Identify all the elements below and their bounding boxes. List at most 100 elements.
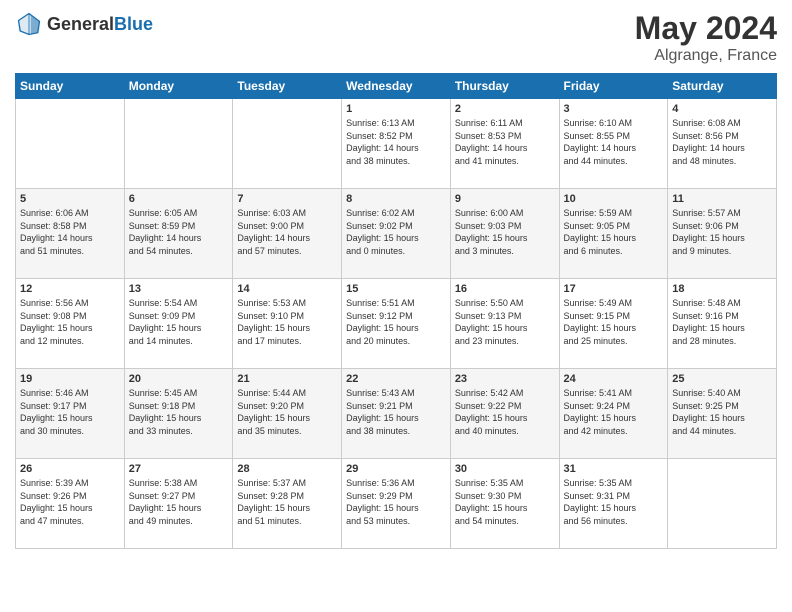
- calendar-cell: 27Sunrise: 5:38 AM Sunset: 9:27 PM Dayli…: [124, 459, 233, 549]
- calendar-location: Algrange, France: [635, 47, 777, 65]
- calendar-cell: [668, 459, 777, 549]
- logo: GeneralBlue: [15, 10, 153, 38]
- day-number: 26: [20, 463, 120, 475]
- logo-text: GeneralBlue: [47, 14, 153, 35]
- day-number: 20: [129, 373, 229, 385]
- calendar-cell: 20 Sunrise: 5:45 AM Sunset: 9:18 PM Dayli…: [124, 369, 233, 459]
- day-number: 9: [455, 193, 555, 205]
- page-header: GeneralBlue May 2024 Algrange, France: [15, 10, 777, 65]
- day-number: 15: [346, 283, 446, 295]
- calendar-cell: [124, 99, 233, 189]
- day-number: 11: [672, 193, 772, 205]
- day-info: Sunrise: 5:53 AM Sunset: 9:10 PM Dayligh…: [237, 297, 337, 347]
- day-number: 3: [564, 103, 664, 115]
- calendar-cell: 28 Sunrise: 5:37 AM Sunset: 9:28 PM Dayli…: [233, 459, 342, 549]
- day-number: 16: [455, 283, 555, 295]
- calendar-cell: 15 Sunrise: 5:51 AM Sunset: 9:12 PM Dayli…: [342, 279, 451, 369]
- calendar-cell: 31Sunrise: 5:35 AM Sunset: 9:31 PM Dayli…: [559, 459, 668, 549]
- weekday-header-friday: Friday: [559, 74, 668, 99]
- day-number: 24: [564, 373, 664, 385]
- day-info: Sunrise: 5:59 AM Sunset: 9:05 PM Dayligh…: [564, 207, 664, 257]
- day-info: Sunrise: 6:13 AM Sunset: 8:52 PM Dayligh…: [346, 117, 446, 167]
- calendar-cell: 5Sunrise: 6:06 AM Sunset: 8:58 PM Daylig…: [16, 189, 125, 279]
- day-info: Sunrise: 5:43 AM Sunset: 9:21 PM Dayligh…: [346, 387, 446, 437]
- calendar-cell: 9 Sunrise: 6:00 AM Sunset: 9:03 PM Daylig…: [450, 189, 559, 279]
- day-number: 10: [564, 193, 664, 205]
- day-info: Sunrise: 5:39 AM Sunset: 9:26 PM Dayligh…: [20, 477, 120, 527]
- weekday-header-thursday: Thursday: [450, 74, 559, 99]
- day-info: Sunrise: 5:51 AM Sunset: 9:12 PM Dayligh…: [346, 297, 446, 347]
- day-number: 27: [129, 463, 229, 475]
- day-number: 22: [346, 373, 446, 385]
- day-info: Sunrise: 5:41 AM Sunset: 9:24 PM Dayligh…: [564, 387, 664, 437]
- calendar-cell: 13 Sunrise: 5:54 AM Sunset: 9:09 PM Dayli…: [124, 279, 233, 369]
- day-number: 18: [672, 283, 772, 295]
- calendar-cell: 16Sunrise: 5:50 AM Sunset: 9:13 PM Dayli…: [450, 279, 559, 369]
- day-number: 29: [346, 463, 446, 475]
- weekday-header-monday: Monday: [124, 74, 233, 99]
- calendar-cell: 23Sunrise: 5:42 AM Sunset: 9:22 PM Dayli…: [450, 369, 559, 459]
- day-info: Sunrise: 5:56 AM Sunset: 9:08 PM Dayligh…: [20, 297, 120, 347]
- calendar-cell: 19 Sunrise: 5:46 AM Sunset: 9:17 PM Dayli…: [16, 369, 125, 459]
- calendar-cell: 25Sunrise: 5:40 AM Sunset: 9:25 PM Dayli…: [668, 369, 777, 459]
- calendar-cell: 18 Sunrise: 5:48 AM Sunset: 9:16 PM Dayli…: [668, 279, 777, 369]
- calendar-cell: 6Sunrise: 6:05 AM Sunset: 8:59 PM Daylig…: [124, 189, 233, 279]
- calendar-body: 1Sunrise: 6:13 AM Sunset: 8:52 PM Daylig…: [16, 99, 777, 549]
- day-info: Sunrise: 5:48 AM Sunset: 9:16 PM Dayligh…: [672, 297, 772, 347]
- calendar-cell: 3 Sunrise: 6:10 AM Sunset: 8:55 PM Daylig…: [559, 99, 668, 189]
- day-info: Sunrise: 5:37 AM Sunset: 9:28 PM Dayligh…: [237, 477, 337, 527]
- calendar-cell: [16, 99, 125, 189]
- day-number: 28: [237, 463, 337, 475]
- calendar-cell: 2Sunrise: 6:11 AM Sunset: 8:53 PM Daylig…: [450, 99, 559, 189]
- calendar-week-row: 26 Sunrise: 5:39 AM Sunset: 9:26 PM Dayli…: [16, 459, 777, 549]
- day-info: Sunrise: 6:00 AM Sunset: 9:03 PM Dayligh…: [455, 207, 555, 257]
- day-number: 14: [237, 283, 337, 295]
- day-info: Sunrise: 5:46 AM Sunset: 9:17 PM Dayligh…: [20, 387, 120, 437]
- weekday-header-row: SundayMondayTuesdayWednesdayThursdayFrid…: [16, 74, 777, 99]
- calendar-cell: 1Sunrise: 6:13 AM Sunset: 8:52 PM Daylig…: [342, 99, 451, 189]
- day-info: Sunrise: 5:49 AM Sunset: 9:15 PM Dayligh…: [564, 297, 664, 347]
- day-number: 21: [237, 373, 337, 385]
- calendar-cell: 26 Sunrise: 5:39 AM Sunset: 9:26 PM Dayli…: [16, 459, 125, 549]
- calendar-cell: 17 Sunrise: 5:49 AM Sunset: 9:15 PM Dayli…: [559, 279, 668, 369]
- logo-general: General: [47, 14, 114, 34]
- day-number: 5: [20, 193, 120, 205]
- day-number: 7: [237, 193, 337, 205]
- day-info: Sunrise: 6:03 AM Sunset: 9:00 PM Dayligh…: [237, 207, 337, 257]
- calendar-cell: 4 Sunrise: 6:08 AM Sunset: 8:56 PM Daylig…: [668, 99, 777, 189]
- calendar-week-row: 19 Sunrise: 5:46 AM Sunset: 9:17 PM Dayli…: [16, 369, 777, 459]
- calendar-cell: 14 Sunrise: 5:53 AM Sunset: 9:10 PM Dayli…: [233, 279, 342, 369]
- calendar-cell: 22 Sunrise: 5:43 AM Sunset: 9:21 PM Dayli…: [342, 369, 451, 459]
- day-info: Sunrise: 5:45 AM Sunset: 9:18 PM Dayligh…: [129, 387, 229, 437]
- day-info: Sunrise: 6:11 AM Sunset: 8:53 PM Dayligh…: [455, 117, 555, 167]
- day-info: Sunrise: 5:42 AM Sunset: 9:22 PM Dayligh…: [455, 387, 555, 437]
- calendar-cell: 10 Sunrise: 5:59 AM Sunset: 9:05 PM Dayli…: [559, 189, 668, 279]
- day-number: 19: [20, 373, 120, 385]
- day-number: 17: [564, 283, 664, 295]
- calendar-cell: 12Sunrise: 5:56 AM Sunset: 9:08 PM Dayli…: [16, 279, 125, 369]
- day-info: Sunrise: 6:08 AM Sunset: 8:56 PM Dayligh…: [672, 117, 772, 167]
- day-info: Sunrise: 5:57 AM Sunset: 9:06 PM Dayligh…: [672, 207, 772, 257]
- calendar-week-row: 5Sunrise: 6:06 AM Sunset: 8:58 PM Daylig…: [16, 189, 777, 279]
- title-block: May 2024 Algrange, France: [635, 10, 777, 65]
- calendar-cell: 29Sunrise: 5:36 AM Sunset: 9:29 PM Dayli…: [342, 459, 451, 549]
- weekday-header-saturday: Saturday: [668, 74, 777, 99]
- logo-blue: Blue: [114, 14, 153, 34]
- calendar-week-row: 12Sunrise: 5:56 AM Sunset: 9:08 PM Dayli…: [16, 279, 777, 369]
- calendar-header: SundayMondayTuesdayWednesdayThursdayFrid…: [16, 74, 777, 99]
- weekday-header-wednesday: Wednesday: [342, 74, 451, 99]
- day-number: 31: [564, 463, 664, 475]
- calendar-table: SundayMondayTuesdayWednesdayThursdayFrid…: [15, 73, 777, 549]
- day-number: 13: [129, 283, 229, 295]
- calendar-cell: 8Sunrise: 6:02 AM Sunset: 9:02 PM Daylig…: [342, 189, 451, 279]
- day-info: Sunrise: 6:10 AM Sunset: 8:55 PM Dayligh…: [564, 117, 664, 167]
- calendar-cell: 24 Sunrise: 5:41 AM Sunset: 9:24 PM Dayli…: [559, 369, 668, 459]
- calendar-week-row: 1Sunrise: 6:13 AM Sunset: 8:52 PM Daylig…: [16, 99, 777, 189]
- calendar-cell: 21Sunrise: 5:44 AM Sunset: 9:20 PM Dayli…: [233, 369, 342, 459]
- day-info: Sunrise: 5:54 AM Sunset: 9:09 PM Dayligh…: [129, 297, 229, 347]
- day-info: Sunrise: 6:05 AM Sunset: 8:59 PM Dayligh…: [129, 207, 229, 257]
- calendar-cell: 7 Sunrise: 6:03 AM Sunset: 9:00 PM Daylig…: [233, 189, 342, 279]
- weekday-header-tuesday: Tuesday: [233, 74, 342, 99]
- day-number: 4: [672, 103, 772, 115]
- day-info: Sunrise: 5:40 AM Sunset: 9:25 PM Dayligh…: [672, 387, 772, 437]
